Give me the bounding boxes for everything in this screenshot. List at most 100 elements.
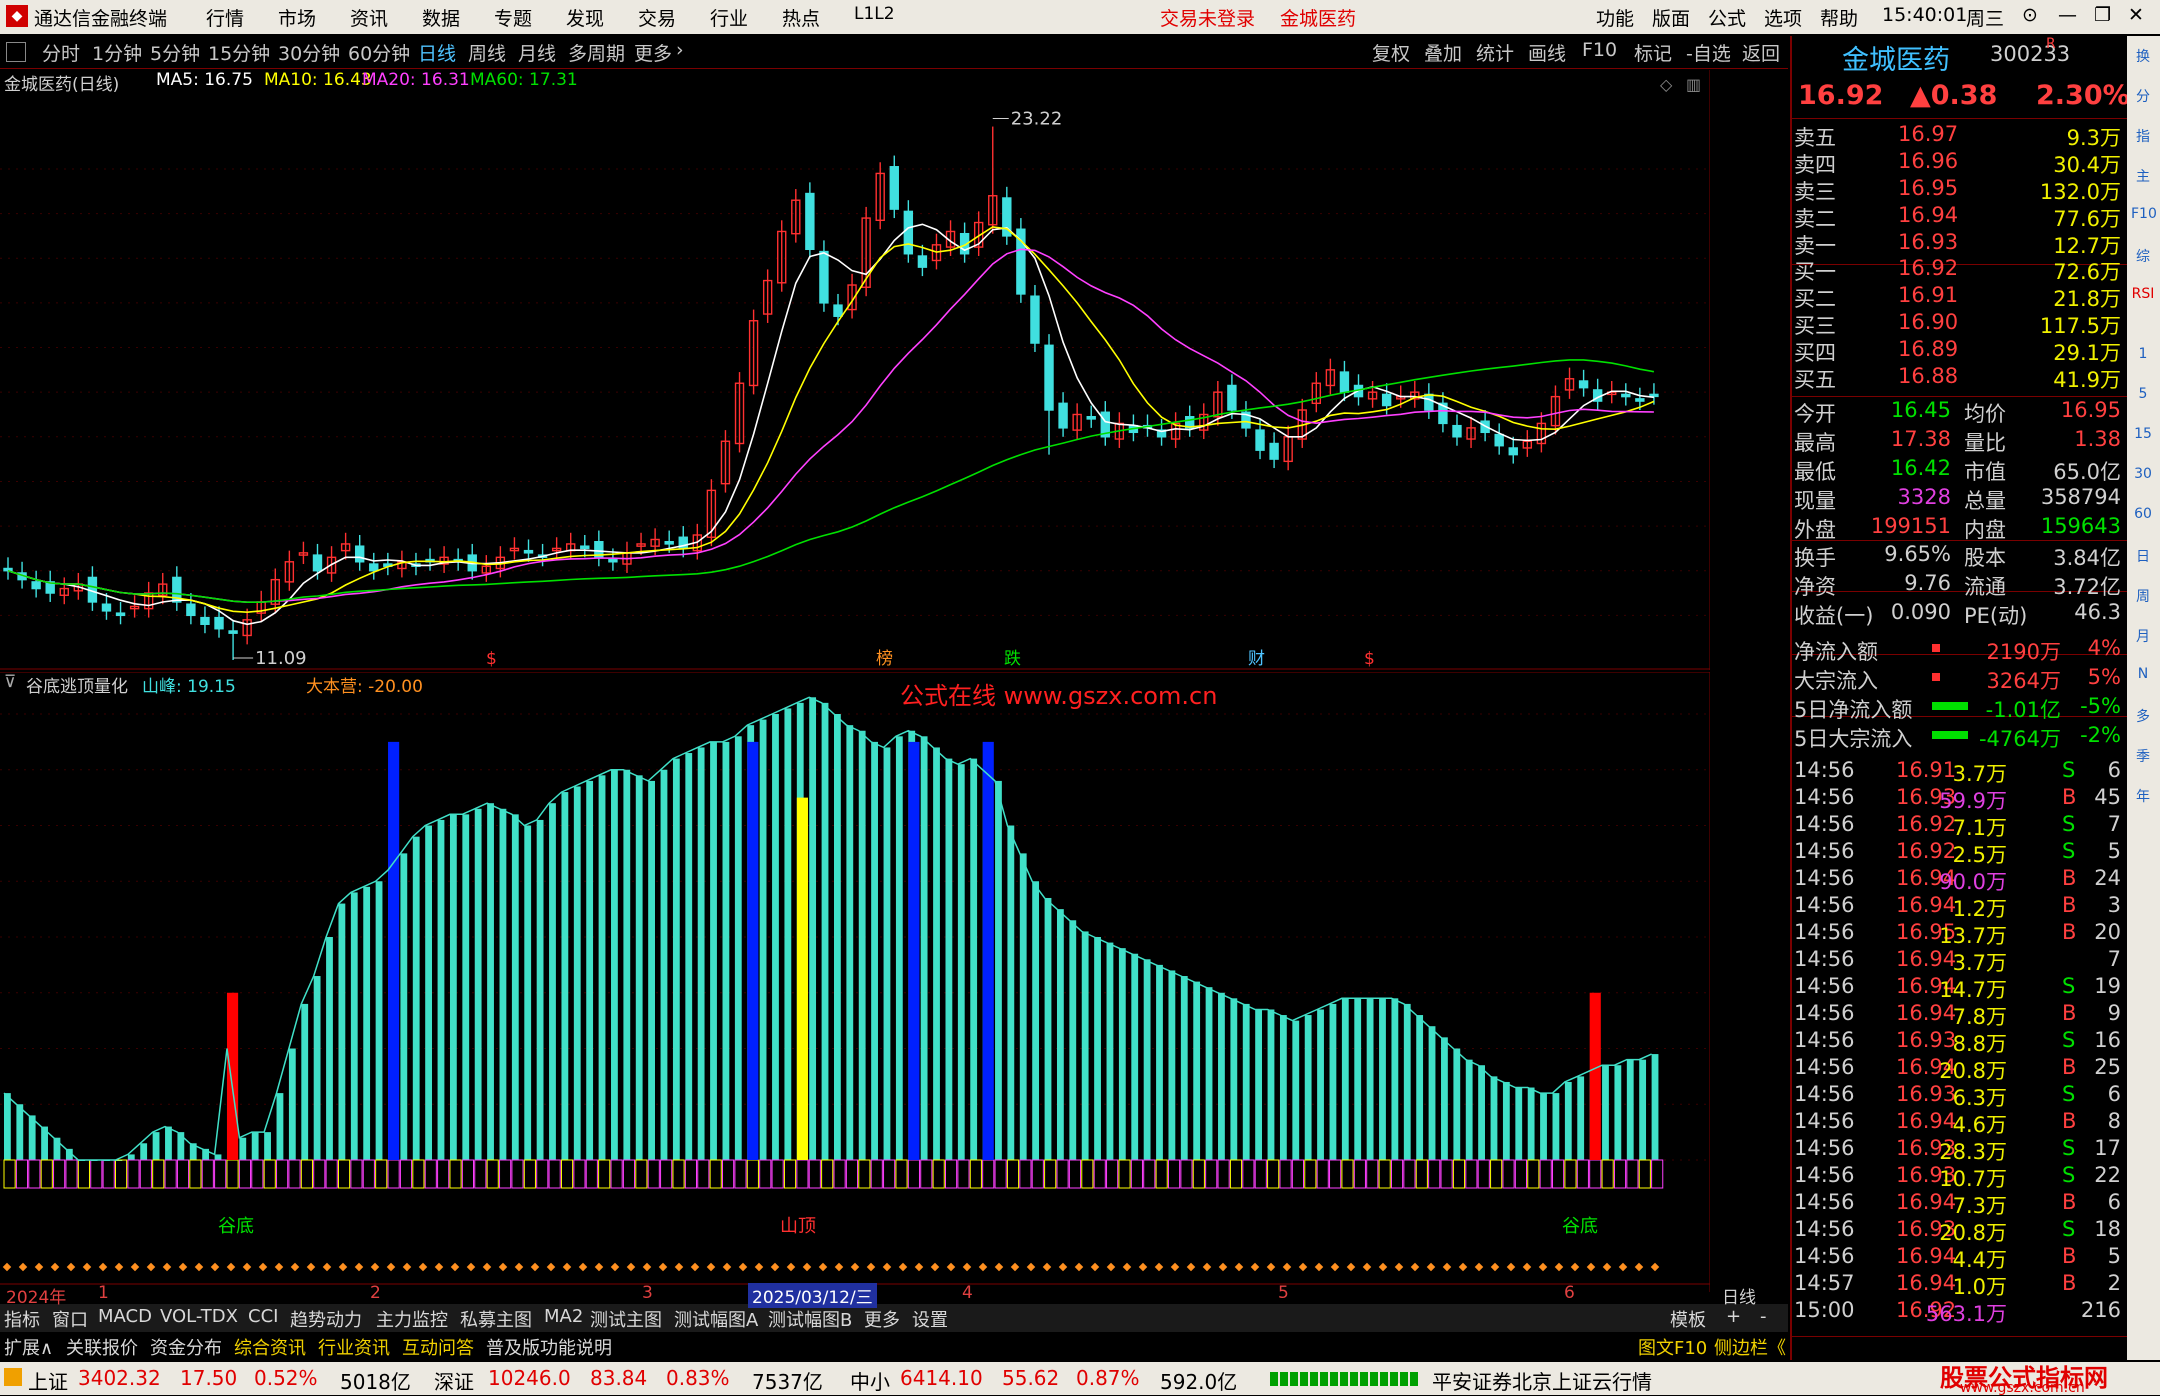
zoom-out-button[interactable]: - xyxy=(1760,1306,1767,1327)
tool-overlay[interactable]: 叠加 xyxy=(1424,39,1462,66)
period-weekly[interactable]: 周线 xyxy=(468,39,506,66)
menu-discover[interactable]: 发现 xyxy=(566,4,604,31)
tab-fund-dist[interactable]: 资金分布 xyxy=(150,1334,222,1360)
side-tool-1[interactable]: 分 xyxy=(2131,86,2155,110)
restore-icon[interactable]: ❐ xyxy=(2094,4,2111,26)
menu-quotes[interactable]: 行情 xyxy=(206,4,244,31)
tab-settings[interactable]: 设置 xyxy=(912,1306,948,1332)
panel-toggle-icon[interactable] xyxy=(6,42,26,62)
tab-industry-news[interactable]: 行业资讯 xyxy=(318,1334,390,1360)
template-button[interactable]: 模板 xyxy=(1670,1306,1706,1332)
tab-test-b[interactable]: 测试幅图B xyxy=(768,1306,852,1332)
menu-function[interactable]: 功能 xyxy=(1596,4,1634,31)
zoom-in-button[interactable]: + xyxy=(1726,1306,1741,1327)
tool-watchlist[interactable]: -自选 xyxy=(1686,39,1731,66)
side-tool-2[interactable]: 指 xyxy=(2131,126,2155,150)
period-60min[interactable]: 60分钟 xyxy=(348,39,410,66)
side-tool-7[interactable]: 1 xyxy=(2131,346,2155,370)
side-tool-5[interactable]: 综 xyxy=(2131,246,2155,270)
tab-vol[interactable]: VOL-TDX xyxy=(160,1306,238,1327)
bid-row[interactable]: 买一 16.92 72.6万 xyxy=(1792,256,2127,284)
ask-row[interactable]: 卖一 16.93 12.7万 xyxy=(1792,230,2127,258)
menu-topics[interactable]: 专题 xyxy=(494,4,532,31)
tab-macd[interactable]: MACD xyxy=(98,1306,152,1327)
minimize-icon[interactable]: — xyxy=(2058,4,2077,26)
tool-draw[interactable]: 画线 xyxy=(1528,39,1566,66)
f10-graphic-button[interactable]: 图文F10 xyxy=(1638,1334,1707,1360)
side-tool-9[interactable]: 15 xyxy=(2131,426,2155,450)
sh-index-name[interactable]: 上证 xyxy=(28,1366,68,1395)
period-monthly[interactable]: 月线 xyxy=(518,39,556,66)
menu-data[interactable]: 数据 xyxy=(422,4,460,31)
tab-news[interactable]: 综合资讯 xyxy=(234,1334,306,1360)
period-more[interactable]: 更多 xyxy=(634,39,672,66)
menu-l1l2[interactable]: L1L2 xyxy=(854,4,895,24)
period-5min[interactable]: 5分钟 xyxy=(150,39,200,66)
ask-row[interactable]: 卖四 16.96 30.4万 xyxy=(1792,149,2127,177)
tab-private[interactable]: 私募主图 xyxy=(460,1306,532,1332)
tab-ma2[interactable]: MA2 xyxy=(544,1306,583,1327)
tab-indicator[interactable]: 指标 xyxy=(4,1306,40,1332)
tool-f10[interactable]: F10 xyxy=(1582,39,1617,61)
menu-formula[interactable]: 公式 xyxy=(1708,4,1746,31)
tab-related-quotes[interactable]: 关联报价 xyxy=(66,1334,138,1360)
side-tool-15[interactable]: N xyxy=(2131,666,2155,690)
tab-more[interactable]: 更多 xyxy=(864,1306,900,1332)
index-icon[interactable] xyxy=(4,1368,22,1386)
tab-help[interactable]: 普及版功能说明 xyxy=(486,1334,612,1360)
close-icon[interactable]: ✕ xyxy=(2128,4,2144,26)
side-tool-14[interactable]: 月 xyxy=(2131,626,2155,650)
tool-back[interactable]: 返回 xyxy=(1742,39,1780,66)
chevron-right-icon[interactable]: › xyxy=(676,39,684,61)
side-tool-18[interactable]: 年 xyxy=(2131,786,2155,810)
bid-row[interactable]: 买四 16.89 29.1万 xyxy=(1792,337,2127,365)
side-tool-6[interactable]: RSI xyxy=(2131,286,2155,310)
window-menu-icon[interactable]: ⊙ xyxy=(2022,4,2038,26)
period-intraday[interactable]: 分时 xyxy=(42,39,80,66)
sidebar-toggle[interactable]: 侧边栏《 xyxy=(1714,1334,1786,1360)
side-tool-3[interactable]: 主 xyxy=(2131,166,2155,190)
menu-industry[interactable]: 行业 xyxy=(710,4,748,31)
period-30min[interactable]: 30分钟 xyxy=(278,39,340,66)
tab-test-a[interactable]: 测试幅图A xyxy=(674,1306,758,1332)
ask-row[interactable]: 卖三 16.95 132.0万 xyxy=(1792,176,2127,204)
period-multi[interactable]: 多周期 xyxy=(568,39,625,66)
tab-expand[interactable]: 扩展∧ xyxy=(4,1334,53,1360)
ask-row[interactable]: 卖五 16.97 9.3万 xyxy=(1792,122,2127,150)
period-15min[interactable]: 15分钟 xyxy=(208,39,270,66)
tab-test-main[interactable]: 测试主图 xyxy=(590,1306,662,1332)
tool-mark[interactable]: 标记 xyxy=(1634,39,1672,66)
menu-options[interactable]: 选项 xyxy=(1764,4,1802,31)
side-tool-8[interactable]: 5 xyxy=(2131,386,2155,410)
side-tool-11[interactable]: 60 xyxy=(2131,506,2155,530)
bid-row[interactable]: 买三 16.90 117.5万 xyxy=(1792,310,2127,338)
menu-help[interactable]: 帮助 xyxy=(1820,4,1858,31)
period-daily[interactable]: 日线 xyxy=(418,39,456,66)
bid-row[interactable]: 买二 16.91 21.8万 xyxy=(1792,283,2127,311)
menu-hot[interactable]: 热点 xyxy=(782,4,820,31)
menu-market[interactable]: 市场 xyxy=(278,4,316,31)
tab-window[interactable]: 窗口 xyxy=(52,1306,88,1332)
tab-monitor[interactable]: 主力监控 xyxy=(376,1306,448,1332)
tab-cci[interactable]: CCI xyxy=(248,1306,278,1327)
zx-index-name[interactable]: 中小 xyxy=(850,1366,890,1395)
side-tool-12[interactable]: 日 xyxy=(2131,546,2155,570)
side-tool-16[interactable]: 多 xyxy=(2131,706,2155,730)
login-status[interactable]: 交易未登录 xyxy=(1160,4,1255,31)
menu-layout[interactable]: 版面 xyxy=(1652,4,1690,31)
menu-news[interactable]: 资讯 xyxy=(350,4,388,31)
side-tool-0[interactable]: 换 xyxy=(2131,46,2155,70)
menu-trade[interactable]: 交易 xyxy=(638,4,676,31)
side-tool-10[interactable]: 30 xyxy=(2131,466,2155,490)
period-1min[interactable]: 1分钟 xyxy=(92,39,142,66)
tab-trend[interactable]: 趋势动力 xyxy=(290,1306,362,1332)
bid-row[interactable]: 买五 16.88 41.9万 xyxy=(1792,364,2127,392)
tab-qa[interactable]: 互动问答 xyxy=(402,1334,474,1360)
side-tool-17[interactable]: 季 xyxy=(2131,746,2155,770)
sz-index-name[interactable]: 深证 xyxy=(434,1366,474,1395)
tool-stats[interactable]: 统计 xyxy=(1476,39,1514,66)
side-tool-4[interactable]: F10 xyxy=(2131,206,2157,230)
indicator-chart[interactable]: ⊽ 谷底逃顶量化 山峰: 19.15 大本营: -20.00 公式在线 www.… xyxy=(0,672,1710,1292)
ask-row[interactable]: 卖二 16.94 77.6万 xyxy=(1792,203,2127,231)
side-tool-13[interactable]: 周 xyxy=(2131,586,2155,610)
